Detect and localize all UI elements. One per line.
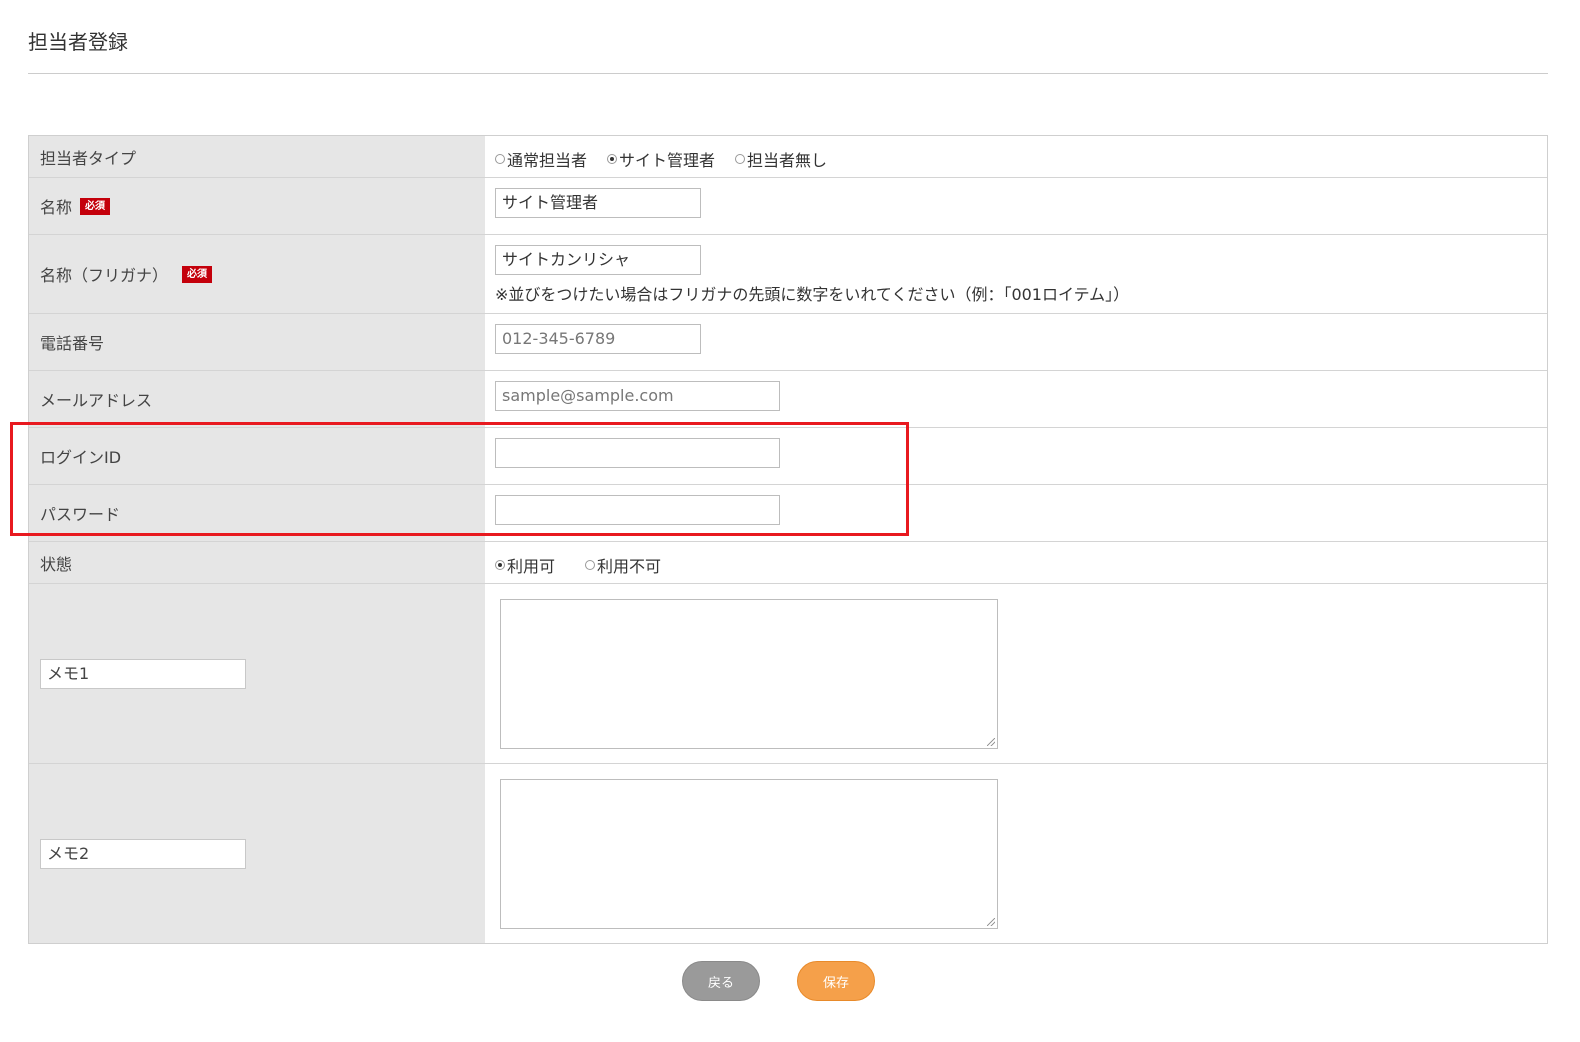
memo1-label-input[interactable]: メモ1 xyxy=(40,658,246,689)
resize-handle-icon[interactable] xyxy=(987,918,995,926)
resize-handle-icon[interactable] xyxy=(987,738,995,746)
form-row-memo1: メモ1 xyxy=(29,583,1547,763)
form-row-status: 状態 利用可 利用不可 xyxy=(29,541,1547,583)
form-row-kana: 名称（フリガナ） 必須 サイトカンリシャ ※並びをつけたい場合はフリガナの先頭に… xyxy=(29,234,1547,313)
kana-input[interactable]: サイトカンリシャ xyxy=(495,245,701,275)
save-button[interactable]: 保存 xyxy=(797,961,875,1001)
back-button[interactable]: 戻る xyxy=(682,961,760,1001)
form-row-name: 名称 必須 サイト管理者 xyxy=(29,177,1547,234)
form-row-email: メールアドレス sample@sample.com xyxy=(29,370,1547,427)
kana-label: 名称（フリガナ） 必須 xyxy=(29,235,485,313)
radio-button[interactable] xyxy=(585,560,596,570)
email-input[interactable]: sample@sample.com xyxy=(495,381,780,411)
kana-hint: ※並びをつけたい場合はフリガナの先頭に数字をいれてください（例：「001ロイテム… xyxy=(495,285,1130,304)
status-radio-group: 利用可 利用不可 xyxy=(495,553,681,577)
status-option-available[interactable]: 利用可 xyxy=(495,553,555,577)
password-input[interactable] xyxy=(495,495,780,525)
radio-button-checked[interactable] xyxy=(607,154,618,164)
name-label: 名称 必須 xyxy=(29,178,485,234)
login-id-input[interactable] xyxy=(495,438,780,468)
type-label: 担当者タイプ xyxy=(29,136,485,177)
title-divider xyxy=(28,73,1548,74)
required-badge: 必須 xyxy=(80,197,111,215)
page-title: 担当者登録 xyxy=(28,30,128,54)
phone-label: 電話番号 xyxy=(29,314,485,370)
type-option-none[interactable]: 担当者無し xyxy=(735,147,827,171)
password-label: パスワード xyxy=(29,485,485,541)
name-input[interactable]: サイト管理者 xyxy=(495,188,701,218)
registration-form: 担当者タイプ 通常担当者 サイト管理者 担当者無し 名称 必須 サイト管理者 名… xyxy=(28,135,1548,944)
memo1-textarea[interactable] xyxy=(500,599,998,749)
form-row-password: パスワード xyxy=(29,484,1547,541)
login-id-label: ログインID xyxy=(29,428,485,484)
type-option-site-admin[interactable]: サイト管理者 xyxy=(607,147,715,171)
type-option-normal[interactable]: 通常担当者 xyxy=(495,147,587,171)
radio-button[interactable] xyxy=(495,154,505,164)
memo2-label-cell: メモ2 xyxy=(29,764,485,943)
memo2-label-input[interactable]: メモ2 xyxy=(40,838,246,869)
form-row-memo2: メモ2 xyxy=(29,763,1547,943)
status-label: 状態 xyxy=(29,542,485,583)
required-badge: 必須 xyxy=(182,265,213,283)
email-label: メールアドレス xyxy=(29,371,485,427)
phone-input[interactable]: 012-345-6789 xyxy=(495,324,701,354)
form-row-login-id: ログインID xyxy=(29,427,1547,484)
memo1-label-cell: メモ1 xyxy=(29,584,485,763)
memo2-textarea[interactable] xyxy=(500,779,998,929)
radio-button-checked[interactable] xyxy=(495,560,505,570)
type-radio-group: 通常担当者 サイト管理者 担当者無し xyxy=(495,147,847,171)
type-value-cell: 通常担当者 サイト管理者 担当者無し xyxy=(485,136,1547,177)
form-row-phone: 電話番号 012-345-6789 xyxy=(29,313,1547,370)
status-option-unavailable[interactable]: 利用不可 xyxy=(585,553,661,577)
form-row-type: 担当者タイプ 通常担当者 サイト管理者 担当者無し xyxy=(29,136,1547,177)
radio-button[interactable] xyxy=(735,154,746,164)
